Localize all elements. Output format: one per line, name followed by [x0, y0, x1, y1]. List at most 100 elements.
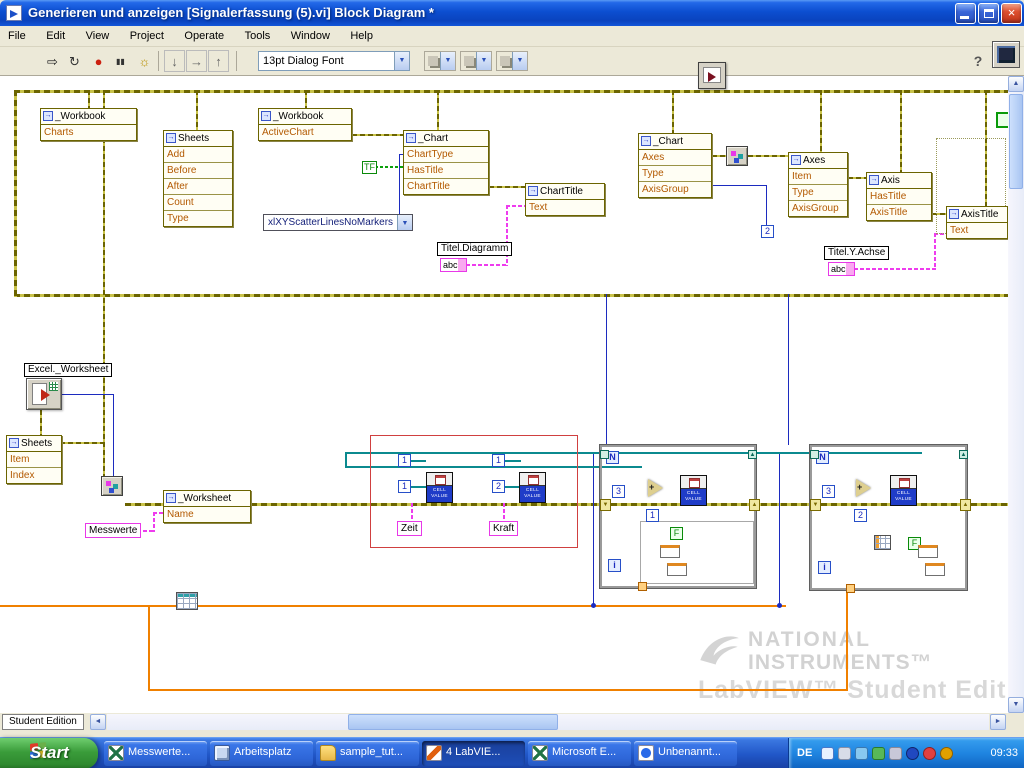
- for-loop-2[interactable]: N 3 ▼ ▲ ▲ + 2 CELL VALUE F i: [810, 445, 971, 593]
- property-row[interactable]: AxisTitle: [867, 204, 931, 220]
- scroll-left-button[interactable]: ◄: [90, 714, 106, 730]
- boolean-constant[interactable]: F: [670, 527, 683, 540]
- run-button[interactable]: ⇨: [42, 50, 63, 72]
- taskbar-item-sample-tut[interactable]: sample_tut...: [316, 741, 419, 766]
- numeric-constant[interactable]: 2: [854, 509, 867, 522]
- menu-edit[interactable]: Edit: [38, 27, 73, 45]
- vertical-scrollbar[interactable]: ▲ ▼: [1008, 76, 1024, 713]
- close-button[interactable]: ×: [1001, 3, 1022, 24]
- menu-operate[interactable]: Operate: [176, 27, 232, 45]
- property-node-sheets-methods[interactable]: → Sheets Add Before After Count Type: [163, 130, 233, 227]
- property-row[interactable]: Text: [947, 223, 1007, 238]
- property-node-axistitle[interactable]: → AxisTitle Text: [946, 206, 1008, 239]
- property-node-axis[interactable]: → Axis HasTitle AxisTitle: [866, 172, 932, 221]
- taskbar-item-messwerte[interactable]: Messwerte...: [104, 741, 207, 766]
- taskbar-item-unbenannt[interactable]: Unbenannt...: [634, 741, 737, 766]
- string-constant-abc[interactable]: abc: [440, 258, 467, 272]
- property-node-charttitle[interactable]: → ChartTitle Text: [525, 183, 605, 216]
- property-node-chart-type[interactable]: → _Chart ChartType HasTitle ChartTitle: [403, 130, 489, 195]
- property-row[interactable]: ChartTitle: [404, 178, 488, 194]
- numeric-constant[interactable]: 1: [398, 454, 411, 467]
- pause-button[interactable]: ▮▮: [110, 50, 131, 72]
- scroll-up-button[interactable]: ▲: [1008, 76, 1024, 92]
- numeric-indicator-icon[interactable]: [918, 545, 938, 558]
- taskbar-item-microsoft-excel[interactable]: Microsoft E...: [528, 741, 631, 766]
- string-constant-kraft[interactable]: Kraft: [489, 521, 519, 536]
- property-row[interactable]: AxisGroup: [639, 181, 711, 197]
- menu-project[interactable]: Project: [122, 27, 172, 45]
- clock[interactable]: 09:33: [990, 747, 1018, 759]
- property-row[interactable]: Item: [7, 452, 61, 467]
- hscroll-thumb[interactable]: [348, 714, 558, 730]
- property-row[interactable]: Charts: [41, 125, 136, 140]
- tray-icon-network[interactable]: [855, 747, 868, 760]
- tray-icon-display[interactable]: [889, 747, 902, 760]
- align-objects-dropdown[interactable]: ▼: [424, 51, 456, 71]
- vi-icon[interactable]: [992, 41, 1020, 68]
- tray-icon-updates[interactable]: [821, 747, 834, 760]
- highlight-execution-button[interactable]: ☼: [134, 50, 155, 72]
- boolean-constant-tf[interactable]: TF: [362, 161, 377, 174]
- add-function[interactable]: +: [856, 479, 871, 497]
- excel-worksheet-refnum-icon[interactable]: [26, 378, 62, 410]
- numeric-constant[interactable]: 3: [612, 485, 625, 498]
- floating-vi-icon[interactable]: [698, 62, 726, 89]
- shift-register-left[interactable]: ▼: [600, 499, 611, 511]
- property-node-chart-axes[interactable]: → _Chart Axes Type AxisGroup: [638, 133, 712, 198]
- menu-view[interactable]: View: [78, 27, 118, 45]
- menu-file[interactable]: File: [0, 27, 34, 45]
- shift-register-left[interactable]: ▼: [810, 499, 821, 511]
- maximize-button[interactable]: [978, 3, 999, 24]
- property-node-axes[interactable]: → Axes Item Type AxisGroup: [788, 152, 848, 217]
- property-row[interactable]: Axes: [639, 150, 711, 165]
- cell-value-subvi[interactable]: CELL VALUE: [680, 475, 707, 506]
- property-row[interactable]: Name: [164, 507, 250, 522]
- numeric-indicator-icon[interactable]: [925, 563, 945, 576]
- tray-icon-security[interactable]: [872, 747, 885, 760]
- run-continuous-button[interactable]: ↻: [64, 50, 85, 72]
- start-button[interactable]: Start: [0, 738, 98, 768]
- numeric-constant[interactable]: 2: [492, 480, 505, 493]
- array-icon[interactable]: [874, 535, 891, 550]
- menu-tools[interactable]: Tools: [237, 27, 279, 45]
- step-over-button[interactable]: →: [186, 50, 207, 72]
- step-out-button[interactable]: ↑: [208, 50, 229, 72]
- property-row[interactable]: Type: [789, 184, 847, 200]
- property-row[interactable]: Item: [789, 169, 847, 184]
- cell-value-subvi[interactable]: CELL VALUE: [519, 472, 546, 503]
- string-constant-zeit[interactable]: Zeit: [397, 521, 422, 536]
- chevron-down-icon[interactable]: ▼: [512, 52, 527, 70]
- chevron-down-icon[interactable]: ▼: [394, 52, 409, 70]
- numeric-constant[interactable]: 1: [398, 480, 411, 493]
- numeric-indicator-icon[interactable]: [667, 563, 687, 576]
- property-row[interactable]: Type: [164, 210, 232, 226]
- property-node-worksheet-name[interactable]: → _Worksheet Name: [163, 490, 251, 523]
- enum-constant-charttype[interactable]: xlXYScatterLinesNoMarkers ▼: [263, 214, 413, 231]
- variant-conversion-icon[interactable]: [101, 476, 123, 496]
- distribute-objects-dropdown[interactable]: ▼: [460, 51, 492, 71]
- language-indicator[interactable]: DE: [797, 747, 812, 759]
- scroll-right-button[interactable]: ►: [990, 714, 1006, 730]
- table-constant-icon[interactable]: [176, 592, 198, 610]
- tray-icon-clock-app[interactable]: [940, 747, 953, 760]
- property-row[interactable]: ActiveChart: [259, 125, 351, 140]
- property-row[interactable]: HasTitle: [404, 162, 488, 178]
- property-row[interactable]: Type: [639, 165, 711, 181]
- menu-help[interactable]: Help: [342, 27, 381, 45]
- numeric-constant[interactable]: 2: [761, 225, 774, 238]
- cell-value-subvi[interactable]: CELL VALUE: [890, 475, 917, 506]
- chevron-down-icon[interactable]: ▼: [440, 52, 455, 70]
- property-row[interactable]: ChartType: [404, 147, 488, 162]
- numeric-constant[interactable]: 1: [646, 509, 659, 522]
- block-diagram-canvas[interactable]: NATIONAL INSTRUMENTS™ LabVIEW™ Student E…: [0, 76, 1008, 713]
- loop-iteration-terminal[interactable]: i: [818, 561, 831, 574]
- vscroll-thumb[interactable]: [1009, 94, 1023, 189]
- property-node-workbook-charts[interactable]: → _Workbook Charts: [40, 108, 137, 141]
- shift-register-right[interactable]: ▲: [749, 499, 760, 511]
- property-row[interactable]: AxisGroup: [789, 200, 847, 216]
- step-into-button[interactable]: ↓: [164, 50, 185, 72]
- property-node-sheets-item[interactable]: → Sheets Item Index: [6, 435, 62, 484]
- property-row[interactable]: Index: [7, 467, 61, 483]
- minimize-button[interactable]: [955, 3, 976, 24]
- property-row[interactable]: HasTitle: [867, 189, 931, 204]
